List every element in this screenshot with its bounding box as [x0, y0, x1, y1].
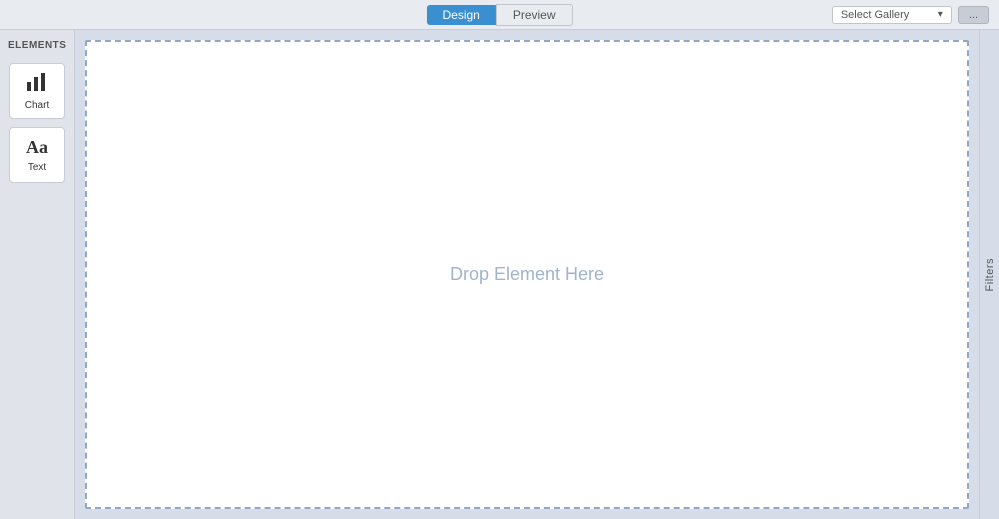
gallery-select-dropdown[interactable]: Select Gallery ▾ [832, 6, 952, 24]
chevron-down-icon: ▾ [938, 9, 943, 20]
sidebar: ELEMENTS Chart Aa Text [0, 30, 75, 519]
drop-hint-text: Drop Element Here [450, 264, 604, 285]
drop-canvas[interactable]: Drop Element Here [85, 40, 969, 509]
main-content: ELEMENTS Chart Aa Text Drop Element Here… [0, 30, 999, 519]
tab-group: Design Preview [426, 4, 572, 26]
canvas-area: Drop Element Here [75, 30, 979, 519]
element-tile-text[interactable]: Aa Text [9, 127, 65, 183]
tab-preview[interactable]: Preview [496, 4, 573, 26]
tab-design[interactable]: Design [426, 5, 495, 25]
sidebar-section-label: ELEMENTS [8, 40, 66, 51]
top-bar-right: Select Gallery ▾ ... [832, 6, 989, 24]
filters-tab[interactable]: Filters [979, 30, 999, 519]
element-tile-chart[interactable]: Chart [9, 63, 65, 119]
text-tile-label: Text [28, 162, 46, 173]
chart-tile-label: Chart [25, 100, 49, 111]
action-button[interactable]: ... [958, 6, 989, 24]
gallery-select-label: Select Gallery [841, 9, 909, 21]
text-icon: Aa [26, 137, 48, 158]
chart-icon [25, 72, 49, 96]
filters-tab-label: Filters [984, 258, 996, 291]
top-bar: Design Preview Select Gallery ▾ ... [0, 0, 999, 30]
